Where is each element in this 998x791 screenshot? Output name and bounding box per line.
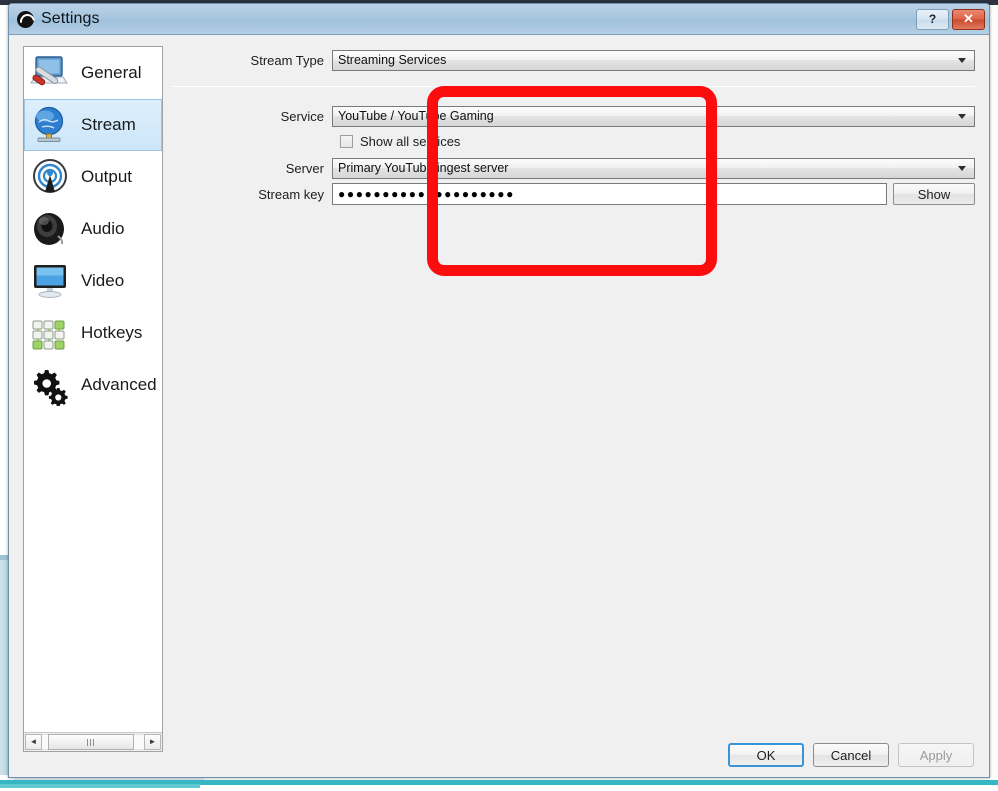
- scrollbar-track[interactable]: [42, 734, 144, 750]
- sidebar-item-label: Output: [81, 167, 133, 186]
- show-all-services-row[interactable]: Show all services: [340, 132, 975, 150]
- sidebar-item-audio[interactable]: Audio: [24, 203, 162, 255]
- stream-type-label: Stream Type: [250, 52, 324, 68]
- scroll-left-glyph: ◄: [29, 737, 38, 746]
- server-value: Primary YouTube ingest server: [338, 161, 509, 175]
- chevron-down-icon: [958, 114, 966, 119]
- sidebar-item-stream[interactable]: Stream: [24, 99, 162, 151]
- scroll-left-arrow-icon[interactable]: ◄: [25, 734, 42, 750]
- sidebar-item-label: Audio: [81, 219, 125, 238]
- apply-button[interactable]: Apply: [898, 743, 974, 767]
- sidebar-item-hotkeys[interactable]: Hotkeys: [24, 307, 162, 359]
- sidebar-item-label: Stream: [81, 115, 136, 134]
- help-button[interactable]: ?: [916, 8, 949, 30]
- scrollbar-grip-icon: [87, 738, 95, 746]
- stream-key-row: Stream key ●●●●●●●●●●●●●●●●●●●● Show: [172, 183, 975, 205]
- sidebar-item-general[interactable]: General: [24, 47, 162, 99]
- close-button[interactable]: ✕: [952, 8, 985, 30]
- video-icon: [29, 260, 73, 302]
- stream-type-value: Streaming Services: [338, 53, 447, 67]
- obs-logo-icon: [17, 10, 34, 28]
- window-title: Settings: [41, 10, 100, 27]
- show-stream-key-button[interactable]: Show: [893, 183, 975, 205]
- show-all-services-checkbox[interactable]: [340, 134, 353, 148]
- stream-type-select[interactable]: Streaming Services: [332, 49, 975, 71]
- stream-icon: [29, 104, 73, 146]
- settings-dialog: Settings ? ✕ General Stream Output Audio…: [8, 3, 990, 778]
- chevron-down-icon: [958, 166, 966, 171]
- background-teal-bar-2: [0, 784, 200, 788]
- service-row: Service YouTube / YouTube Gaming: [172, 105, 975, 127]
- scrollbar-thumb[interactable]: [48, 734, 134, 750]
- hotkeys-icon: [29, 312, 73, 354]
- server-select[interactable]: Primary YouTube ingest server: [332, 157, 975, 179]
- stream-settings-panel: Stream Type Streaming Services Service Y…: [172, 46, 975, 733]
- output-icon: [29, 156, 73, 198]
- dialog-body: General Stream Output Audio Video Hotkey…: [9, 35, 989, 752]
- sidebar-horizontal-scrollbar[interactable]: ◄ ►: [24, 732, 162, 751]
- sidebar-item-video[interactable]: Video: [24, 255, 162, 307]
- stream-key-input[interactable]: ●●●●●●●●●●●●●●●●●●●●: [332, 183, 887, 205]
- cancel-button[interactable]: Cancel: [813, 743, 889, 767]
- stream-key-label: Stream key: [258, 186, 324, 202]
- chevron-down-icon: [958, 58, 966, 63]
- advanced-icon: [29, 364, 73, 406]
- stream-type-row: Stream Type Streaming Services: [172, 49, 975, 71]
- audio-icon: [29, 208, 73, 250]
- section-divider: [172, 86, 975, 87]
- sidebar-item-label: General: [81, 63, 142, 82]
- sidebar-list: General Stream Output Audio Video Hotkey…: [24, 47, 162, 732]
- sidebar-item-output[interactable]: Output: [24, 151, 162, 203]
- server-row: Server Primary YouTube ingest server: [172, 157, 975, 179]
- sidebar-item-label: Hotkeys: [81, 323, 143, 342]
- scroll-right-arrow-icon[interactable]: ►: [144, 734, 161, 750]
- server-label: Server: [285, 160, 324, 176]
- service-label: Service: [280, 108, 324, 124]
- sidebar-item-label: Advanced: [81, 375, 157, 394]
- sidebar-item-label: Video: [81, 271, 125, 290]
- stream-form: Stream Type Streaming Services Service Y…: [172, 46, 975, 205]
- general-icon: [29, 52, 73, 94]
- settings-sidebar: General Stream Output Audio Video Hotkey…: [23, 46, 163, 752]
- show-all-services-label: Show all services: [360, 133, 461, 149]
- service-value: YouTube / YouTube Gaming: [338, 109, 494, 123]
- title-bar[interactable]: Settings ? ✕: [9, 4, 989, 35]
- sidebar-item-advanced[interactable]: Advanced: [24, 359, 162, 411]
- scroll-right-glyph: ►: [148, 737, 157, 746]
- service-select[interactable]: YouTube / YouTube Gaming: [332, 105, 975, 127]
- ok-button[interactable]: OK: [728, 743, 804, 767]
